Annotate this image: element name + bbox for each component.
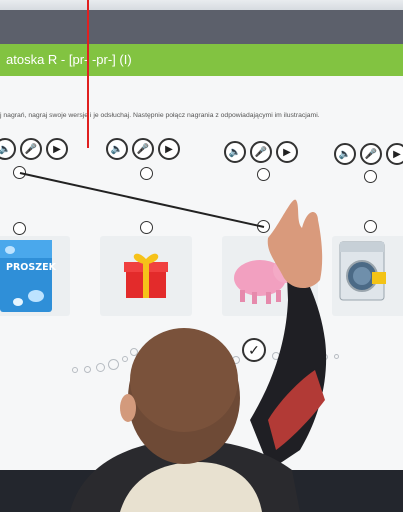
child-photo bbox=[70, 199, 327, 512]
